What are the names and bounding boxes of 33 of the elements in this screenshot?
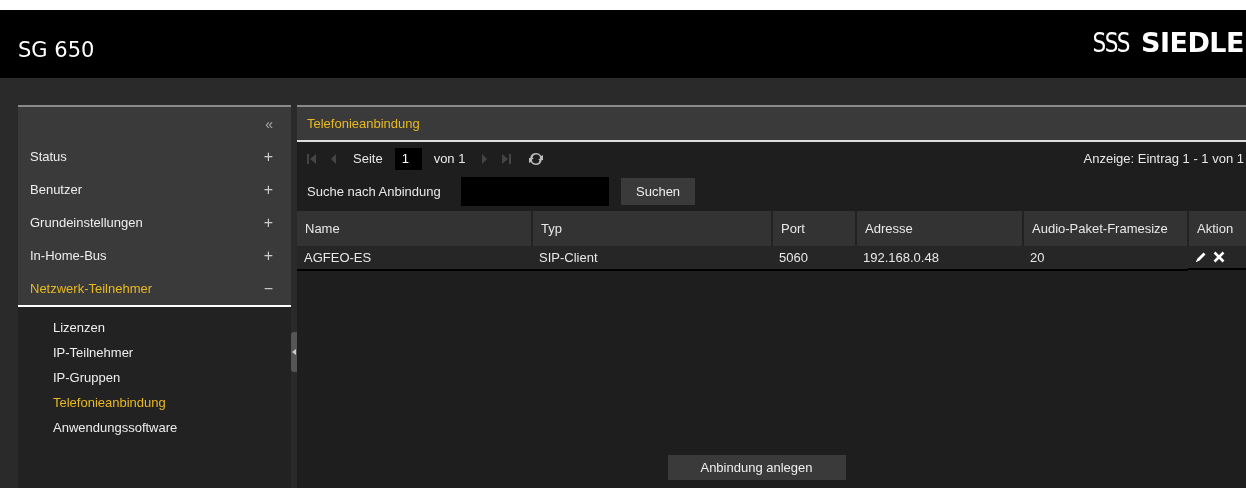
add-button[interactable]: Anbindung anlegen [667,455,846,480]
column-header[interactable]: Aktion [1188,211,1246,246]
submenu-item[interactable]: Telefonieanbindung [18,390,291,415]
column-header[interactable]: Adresse [856,211,1023,246]
column-header[interactable]: Typ [532,211,772,246]
logo-text: SIEDLE [1141,26,1244,58]
search-button[interactable]: Suchen [621,177,696,205]
table-cell: 192.168.0.48 [856,246,1023,270]
submenu-item[interactable]: IP-Gruppen [18,365,291,390]
edit-icon[interactable] [1195,251,1207,263]
page-label: Seite [353,151,383,166]
column-header[interactable]: Audio-Paket-Framesize [1023,211,1188,246]
search-label: Suche nach Anbindung [307,183,442,199]
refresh-icon[interactable] [529,151,544,166]
panel-title: Telefonieanbindung [297,107,1246,142]
column-header[interactable]: Port [772,211,856,246]
table-cell: 20 [1023,246,1188,270]
submenu-item[interactable]: IP-Teilnehmer [18,340,291,365]
submenu-item[interactable]: Anwendungssoftware [18,415,291,440]
column-header[interactable]: Name [297,211,532,246]
page-field[interactable]: 1 [394,147,422,170]
logo-text: SSS [1092,26,1129,58]
delete-icon[interactable] [1213,251,1225,263]
search-field[interactable] [461,176,609,206]
submenu-item[interactable]: Lizenzen [18,315,291,340]
device-title: SG 650 [18,38,95,62]
entry-summary: Anzeige: Eintrag 1 - 1 von 1 [1083,151,1244,166]
table-cell: AGFEO-ES [297,246,532,270]
collapse-handle[interactable] [291,331,297,372]
table-cell: SIP-Client [532,246,772,270]
page-count: von 1 [433,151,466,166]
table-cell: 5060 [772,246,856,270]
collapse-button[interactable]: « [265,115,273,132]
